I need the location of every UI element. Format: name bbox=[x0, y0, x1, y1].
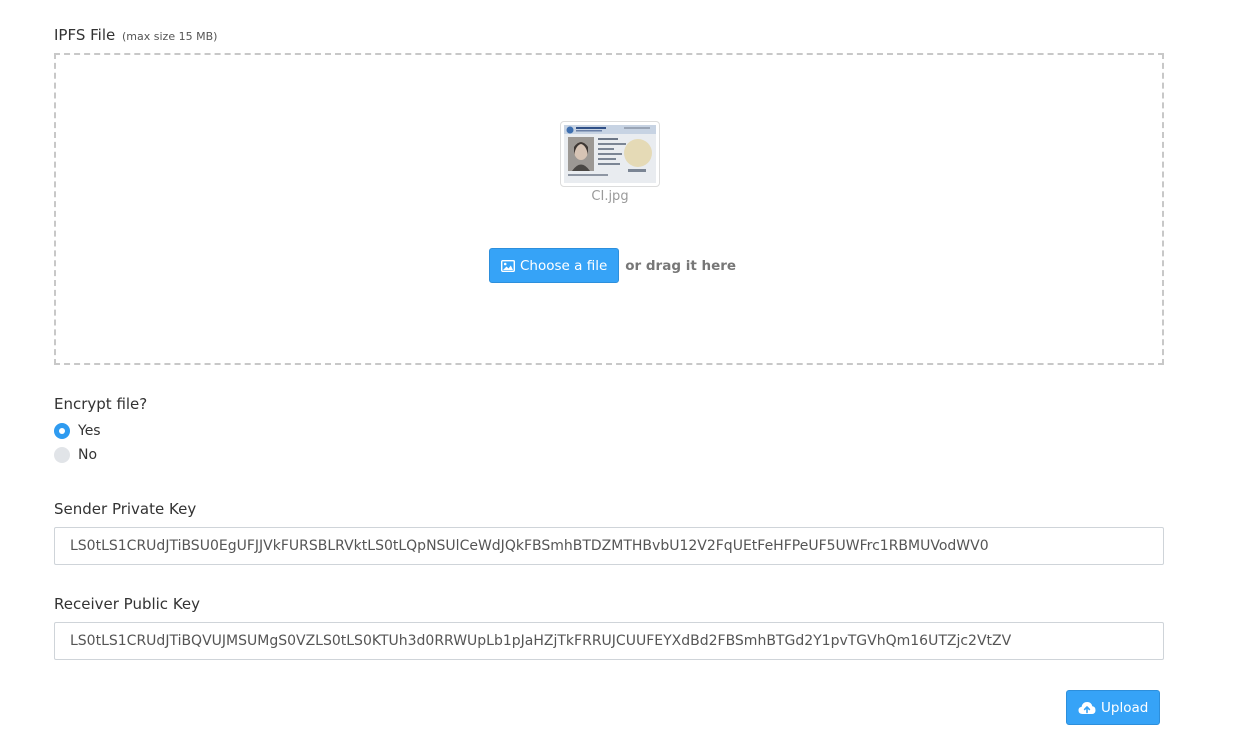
choose-file-button[interactable]: Choose a file bbox=[489, 248, 620, 283]
upload-label: Upload bbox=[1101, 699, 1149, 716]
upload-button[interactable]: Upload bbox=[1066, 690, 1161, 725]
ipfs-file-label: IPFS File (max size 15 MB) bbox=[54, 26, 217, 44]
radio-yes-label[interactable]: Yes bbox=[78, 423, 101, 439]
sender-private-key-input[interactable] bbox=[54, 527, 1164, 565]
file-name: CI.jpg bbox=[591, 189, 629, 204]
image-icon bbox=[501, 259, 515, 272]
radio-yes[interactable] bbox=[54, 423, 70, 439]
receiver-public-key-input[interactable] bbox=[54, 622, 1164, 660]
choose-file-label: Choose a file bbox=[520, 257, 608, 274]
encrypt-option-no[interactable]: No bbox=[54, 447, 97, 463]
max-size-hint: (max size 15 MB) bbox=[122, 30, 218, 43]
drag-hint: or drag it here bbox=[625, 257, 737, 274]
radio-no[interactable] bbox=[54, 447, 70, 463]
receiver-public-key-label: Receiver Public Key bbox=[54, 595, 201, 613]
ipfs-file-label-text: IPFS File bbox=[54, 26, 116, 44]
encrypt-file-label: Encrypt file? bbox=[54, 395, 148, 413]
cloud-upload-icon bbox=[1078, 701, 1096, 714]
file-dropzone[interactable]: CI.jpg Choose a file or drag it here bbox=[54, 53, 1164, 365]
sender-private-key-label: Sender Private Key bbox=[54, 500, 197, 518]
id-card-image bbox=[564, 125, 656, 183]
encrypt-option-yes[interactable]: Yes bbox=[54, 423, 101, 439]
choose-file-row: Choose a file or drag it here bbox=[489, 248, 736, 283]
radio-no-label[interactable]: No bbox=[78, 447, 97, 463]
file-thumbnail[interactable] bbox=[560, 121, 660, 187]
